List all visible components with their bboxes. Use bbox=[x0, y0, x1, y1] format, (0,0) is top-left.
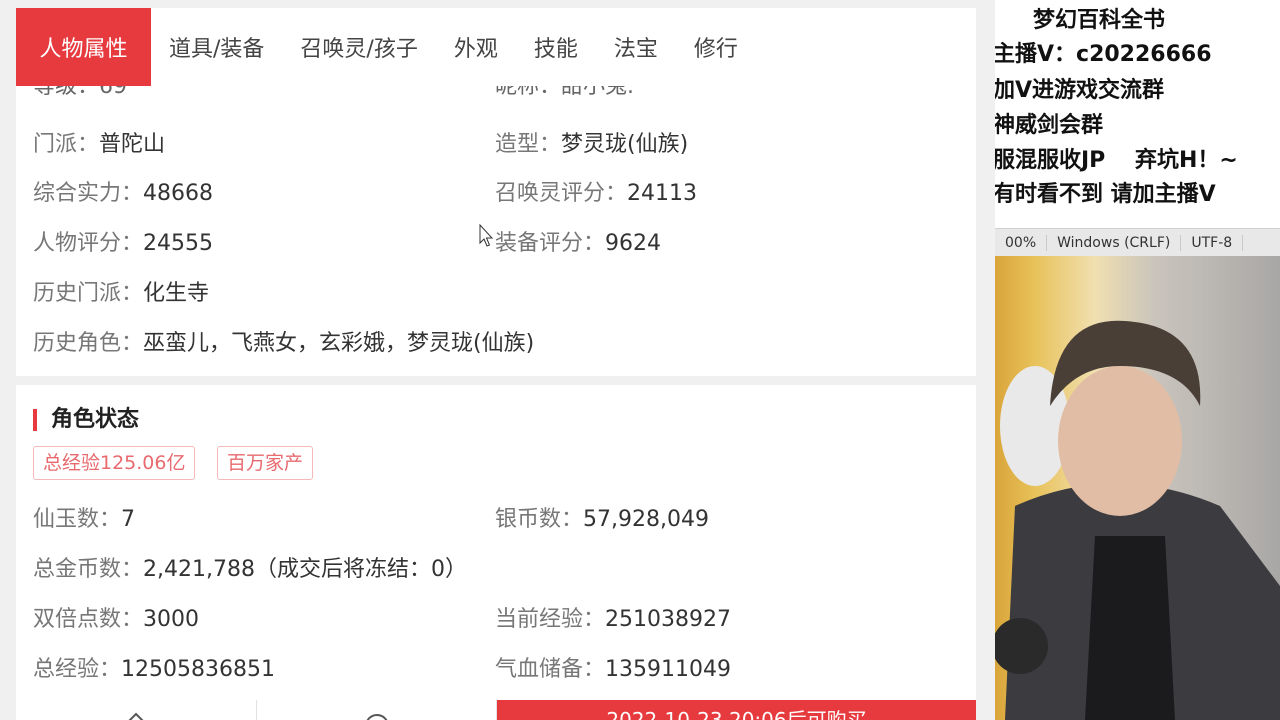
field-value: 24113 bbox=[627, 181, 698, 206]
editor-status-bar: 00% Windows (CRLF) UTF-8 bbox=[995, 228, 1280, 257]
service-button[interactable] bbox=[256, 700, 497, 720]
character-score-field: 人物评分：24555 bbox=[33, 225, 213, 257]
overlay-line-contact: 主播V：c20226666 bbox=[995, 42, 1212, 67]
field-value: 9624 bbox=[605, 231, 662, 256]
jade-count-field: 仙玉数：7 bbox=[33, 501, 135, 533]
mouse-pointer-icon bbox=[479, 224, 494, 247]
zoom-level: 00% bbox=[995, 235, 1048, 251]
field-value: 巫蛮儿，飞燕女，玄彩娥，梦灵珑(仙族) bbox=[143, 331, 535, 356]
field-value: 12505836851 bbox=[121, 657, 275, 682]
streamer-silhouette bbox=[995, 320, 1280, 720]
tab-items-equipment[interactable]: 道具/装备 bbox=[151, 8, 282, 86]
field-label: 造型： bbox=[495, 132, 562, 157]
field-label: 人物评分： bbox=[33, 231, 144, 256]
field-label: 召唤灵评分： bbox=[495, 181, 628, 206]
equipment-score-field: 装备评分：9624 bbox=[495, 225, 661, 257]
field-value: 135911049 bbox=[605, 657, 731, 682]
field-value: 2,421,788（成交后将冻结：0） bbox=[143, 557, 467, 582]
webcam-feed bbox=[995, 256, 1280, 720]
current-exp-field: 当前经验：251038927 bbox=[495, 601, 731, 633]
tab-character-attributes[interactable]: 人物属性 bbox=[16, 8, 151, 86]
field-value: 化生寺 bbox=[143, 281, 210, 306]
field-value: 251038927 bbox=[605, 607, 731, 632]
field-label: 仙玉数： bbox=[33, 507, 122, 532]
tab-magic-treasure[interactable]: 法宝 bbox=[596, 8, 676, 86]
line-ending: Windows (CRLF) bbox=[1047, 235, 1182, 251]
field-value: 24555 bbox=[143, 231, 214, 256]
tab-bar: 人物属性 道具/装备 召唤灵/孩子 外观 技能 法宝 修行 bbox=[16, 8, 976, 86]
summon-score-field: 召唤灵评分：24113 bbox=[495, 175, 697, 207]
home-button[interactable] bbox=[16, 700, 257, 720]
field-label: 历史角色： bbox=[33, 331, 144, 356]
field-value: 57,928,049 bbox=[583, 507, 709, 532]
double-points-field: 双倍点数：3000 bbox=[33, 601, 199, 633]
field-label: 气血储备： bbox=[495, 657, 606, 682]
field-label: 历史门派： bbox=[33, 281, 144, 306]
total-exp-field: 总经验：12505836851 bbox=[33, 651, 275, 683]
field-label: 综合实力： bbox=[33, 181, 144, 206]
field-label: 银币数： bbox=[495, 507, 584, 532]
field-value: 普陀山 bbox=[99, 132, 166, 157]
history-roles-field: 历史角色：巫蛮儿，飞燕女，玄彩娥，梦灵珑(仙族) bbox=[33, 325, 534, 357]
wealth-badge: 百万家产 bbox=[217, 446, 314, 480]
history-school-field: 历史门派：化生寺 bbox=[33, 275, 209, 307]
overlay-line-group: 加V进游戏交流群 bbox=[995, 78, 1165, 103]
overlay-line-note: 有时看不到 请加主播V bbox=[995, 182, 1216, 207]
field-label: 总经验： bbox=[33, 657, 122, 682]
app-panel: 人物属性 道具/装备 召唤灵/孩子 外观 技能 法宝 修行 等级：69 昵称：甜… bbox=[0, 0, 995, 720]
section-title: 角色状态 bbox=[33, 409, 139, 431]
school-field: 门派：普陀山 bbox=[33, 126, 165, 158]
basic-info-card: 等级：69 昵称：甜小兔. 门派：普陀山 造型：梦灵珑(仙族) 综合实力：486… bbox=[16, 78, 976, 376]
tab-summons-children[interactable]: 召唤灵/孩子 bbox=[282, 8, 435, 86]
model-field: 造型：梦灵珑(仙族) bbox=[495, 126, 688, 158]
field-value: 3000 bbox=[143, 607, 200, 632]
field-value: 7 bbox=[121, 507, 136, 532]
overlay-line-guild: 神威剑会群 bbox=[995, 113, 1104, 138]
field-value: 梦灵珑(仙族) bbox=[561, 132, 689, 157]
gold-count-field: 总金币数：2,421,788（成交后将冻结：0） bbox=[33, 551, 467, 583]
overall-power-field: 综合实力：48668 bbox=[33, 175, 213, 207]
total-exp-badge: 总经验125.06亿 bbox=[33, 446, 196, 480]
silver-count-field: 银币数：57,928,049 bbox=[495, 501, 709, 533]
tab-skills[interactable]: 技能 bbox=[516, 8, 596, 86]
role-status-card: 角色状态 总经验125.06亿 百万家产 仙玉数：7 银币数：57,928,04… bbox=[16, 385, 976, 703]
encoding: UTF-8 bbox=[1181, 235, 1244, 251]
tab-appearance[interactable]: 外观 bbox=[436, 8, 516, 86]
field-label: 双倍点数： bbox=[33, 607, 144, 632]
overlay-line-title: 梦幻百科全书 bbox=[1033, 8, 1166, 33]
bottom-action-bar: 2022-10-23 20:06后可购买 bbox=[16, 700, 976, 720]
hp-reserve-field: 气血储备：135911049 bbox=[495, 651, 731, 683]
home-icon bbox=[128, 712, 144, 720]
chat-icon bbox=[366, 714, 387, 720]
buy-time-button[interactable]: 2022-10-23 20:06后可购买 bbox=[497, 700, 976, 720]
overlay-line-trade: 服混服收JP 弃坑H！~ bbox=[995, 148, 1238, 173]
field-value: 48668 bbox=[143, 181, 214, 206]
field-label: 门派： bbox=[33, 132, 100, 157]
field-label: 当前经验： bbox=[495, 607, 606, 632]
field-label: 总金币数： bbox=[33, 557, 144, 582]
tab-cultivation[interactable]: 修行 bbox=[676, 8, 756, 86]
stream-text-overlay: 梦幻百科全书 主播V：c20226666 加V进游戏交流群 神威剑会群 服混服收… bbox=[995, 0, 1280, 228]
field-label: 装备评分： bbox=[495, 231, 606, 256]
